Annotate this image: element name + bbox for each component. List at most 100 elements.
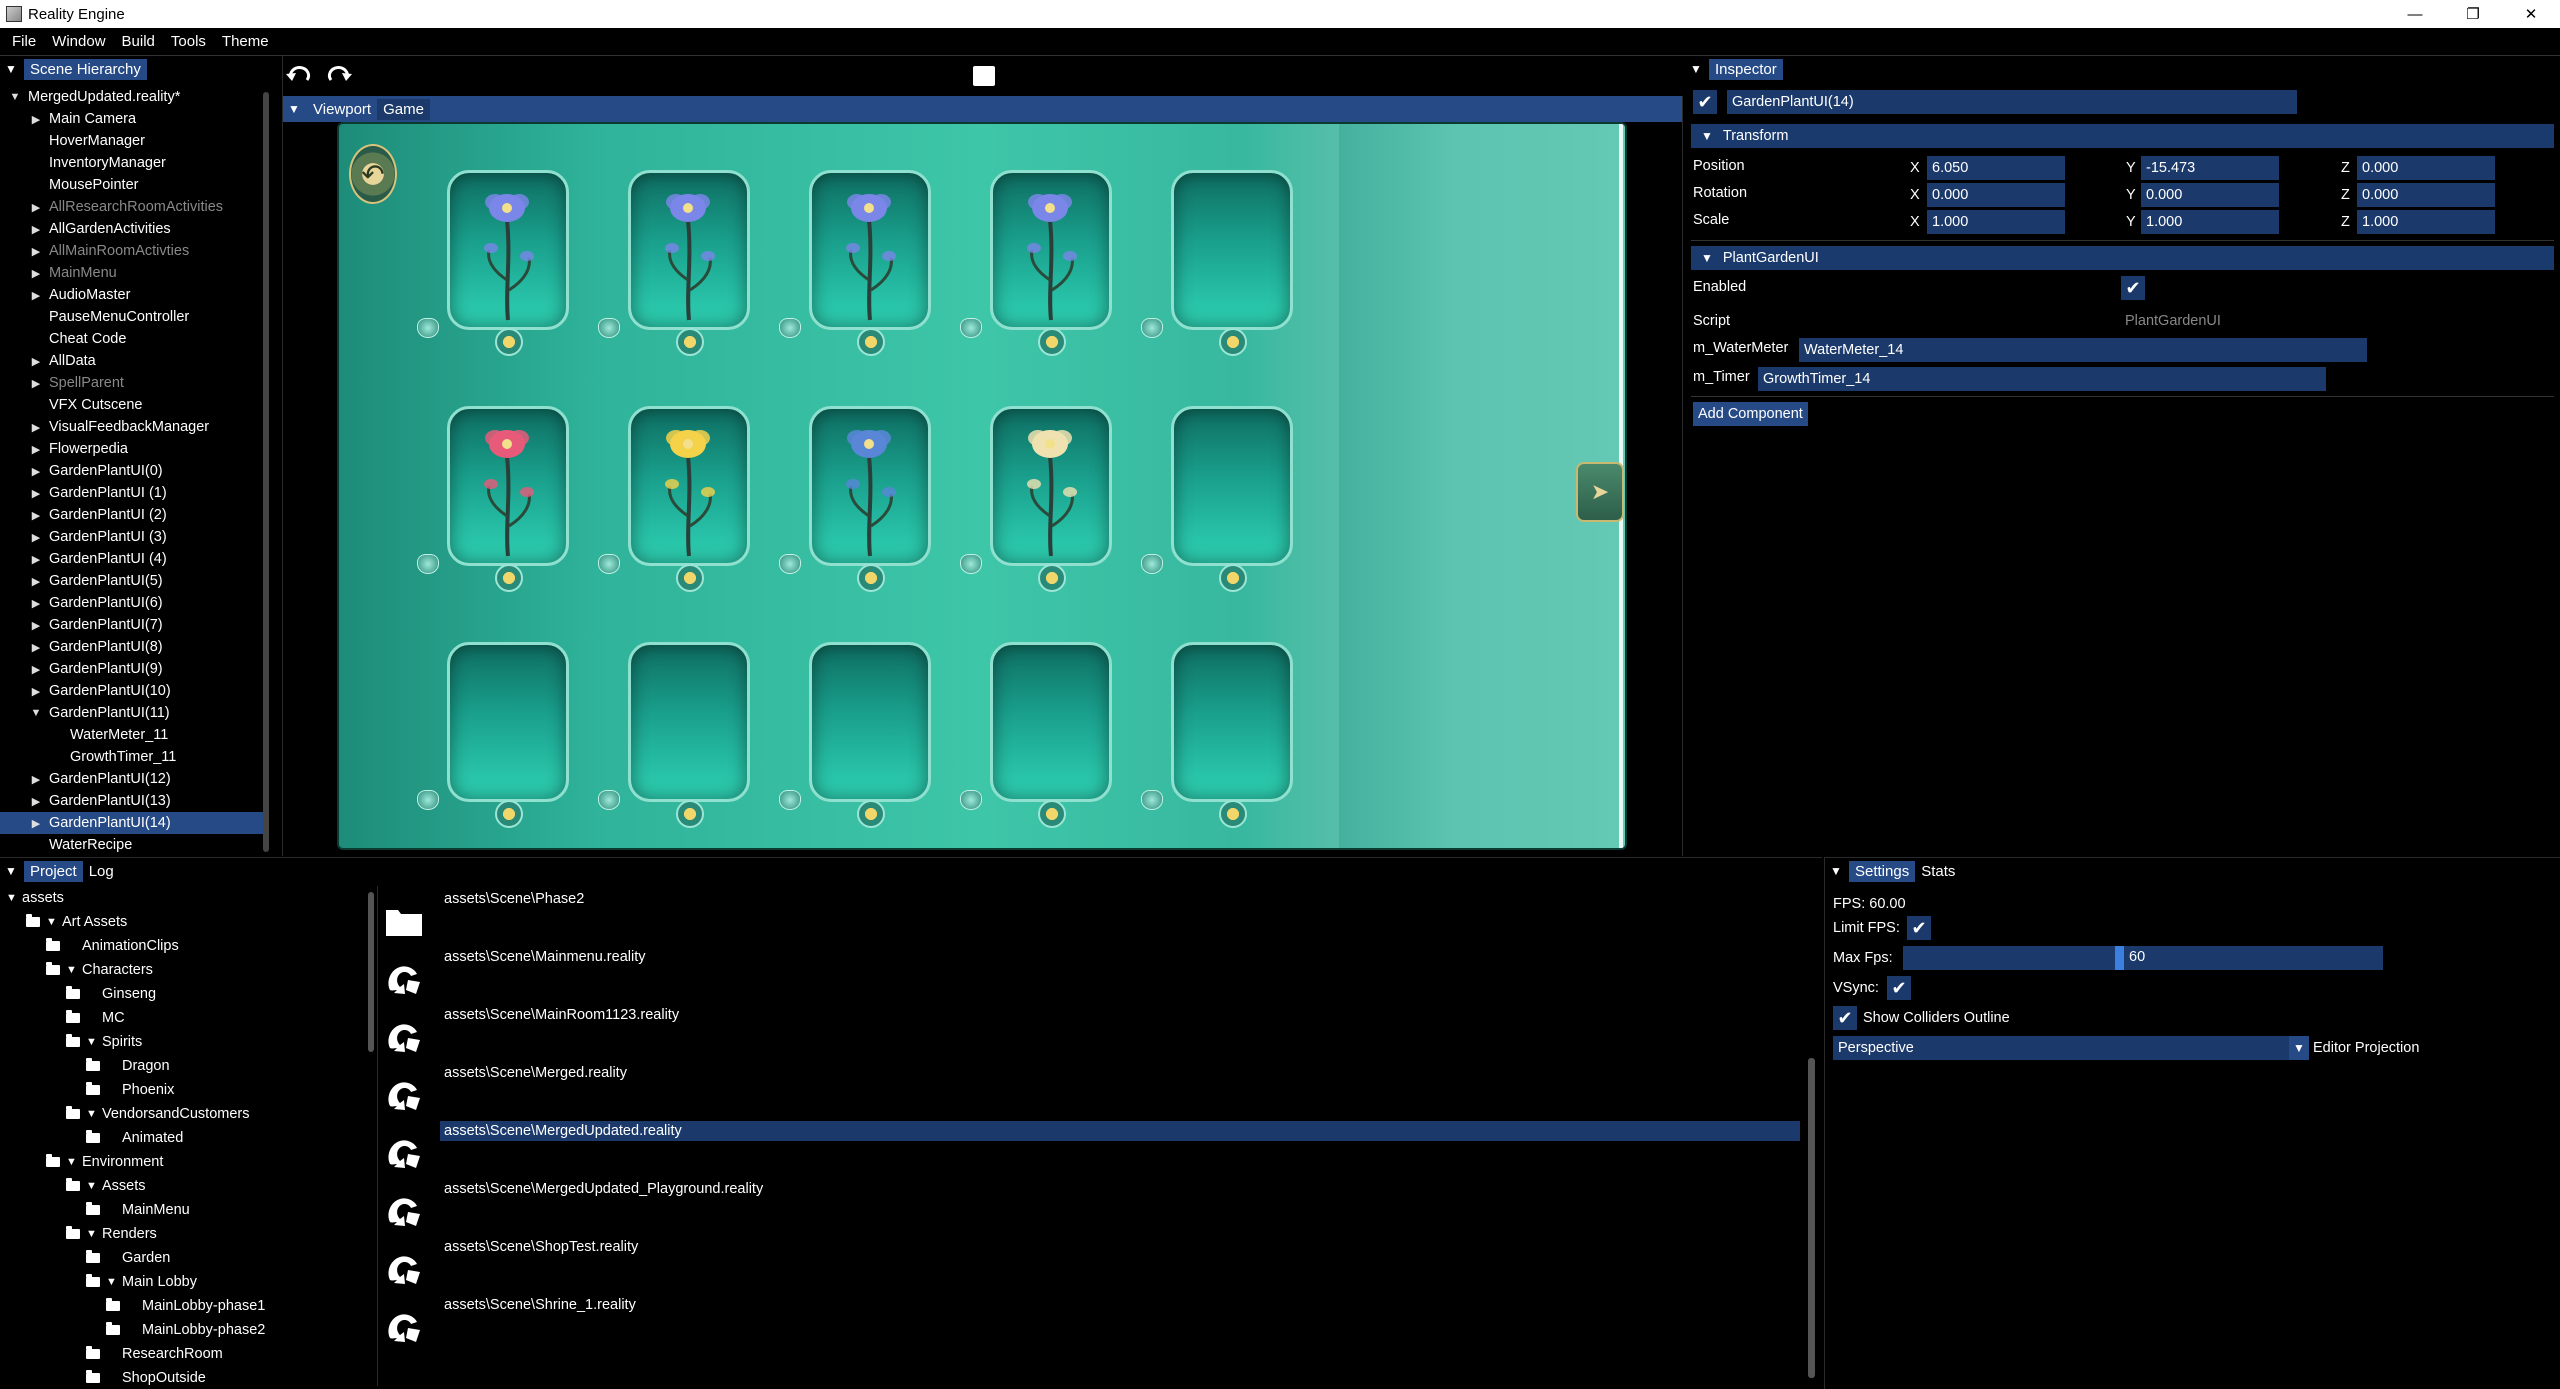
hierarchy-item[interactable]: GrowthTimer_11: [0, 746, 268, 768]
chevron-right-icon[interactable]: ▶: [29, 553, 43, 566]
chevron-right-icon[interactable]: ▶: [29, 773, 43, 786]
watering-pot-icon[interactable]: [1141, 318, 1163, 338]
folder-tree-item[interactable]: ResearchRoom: [0, 1342, 377, 1366]
collapse-panel-icon[interactable]: ▼: [287, 102, 301, 116]
object-name-field[interactable]: GardenPlantUI(14): [1727, 90, 2297, 114]
chevron-down-icon[interactable]: ▼: [106, 1276, 118, 1288]
hierarchy-item[interactable]: MousePointer: [0, 174, 268, 196]
watering-pot-icon[interactable]: [779, 554, 801, 574]
undo-button[interactable]: [283, 62, 315, 90]
chevron-down-icon[interactable]: ▼: [6, 892, 18, 904]
harvest-badge-icon[interactable]: [676, 800, 704, 828]
menu-file[interactable]: File: [4, 33, 44, 50]
chevron-right-icon[interactable]: ▶: [29, 377, 43, 390]
hierarchy-item[interactable]: ▶ GardenPlantUI(14): [0, 812, 268, 834]
harvest-badge-icon[interactable]: [676, 328, 704, 356]
scale-x-field[interactable]: 1.000: [1927, 210, 2065, 234]
folder-tree-item[interactable]: ▼ Renders: [0, 1222, 377, 1246]
watering-pot-icon[interactable]: [598, 790, 620, 810]
hierarchy-item[interactable]: WaterMeter_11: [0, 724, 268, 746]
file-list-scrollbar[interactable]: [1808, 1058, 1815, 1378]
tab-scene-hierarchy[interactable]: Scene Hierarchy: [24, 58, 147, 80]
hierarchy-item[interactable]: ▶ GardenPlantUI (1): [0, 482, 268, 504]
hierarchy-item[interactable]: ▶ AllMainRoomActivties: [0, 240, 268, 262]
watering-pot-icon[interactable]: [1141, 554, 1163, 574]
object-active-checkbox[interactable]: ✔: [1693, 90, 1717, 114]
chevron-down-icon[interactable]: ▼: [66, 964, 78, 976]
watering-pot-icon[interactable]: [960, 554, 982, 574]
folder-tree-item[interactable]: ▼ Spirits: [0, 1030, 377, 1054]
stop-button[interactable]: [973, 66, 995, 86]
hierarchy-item[interactable]: ▶ GardenPlantUI(5): [0, 570, 268, 592]
harvest-badge-icon[interactable]: [676, 564, 704, 592]
collapse-panel-icon[interactable]: ▼: [1689, 62, 1703, 76]
rotation-y-field[interactable]: 0.000: [2141, 183, 2279, 207]
harvest-badge-icon[interactable]: [495, 328, 523, 356]
minimize-button[interactable]: —: [2386, 0, 2444, 28]
tab-stats[interactable]: Stats: [1915, 861, 1961, 882]
folder-tree-item[interactable]: MainLobby-phase1: [0, 1294, 377, 1318]
folder-tree-item[interactable]: ▼ Art Assets: [0, 910, 377, 934]
folder-tree-item[interactable]: Ginseng: [0, 982, 377, 1006]
chevron-down-icon[interactable]: ▼: [2289, 1036, 2309, 1060]
file-item[interactable]: assets\Scene\Merged.reality: [380, 1060, 1800, 1118]
harvest-badge-icon[interactable]: [1038, 564, 1066, 592]
show-colliders-checkbox[interactable]: ✔: [1833, 1006, 1857, 1030]
folder-tree-item[interactable]: ▼ assets: [0, 886, 377, 910]
plant-slot[interactable]: [779, 170, 931, 356]
plant-slot[interactable]: [598, 642, 750, 828]
chevron-right-icon[interactable]: ▶: [29, 795, 43, 808]
chevron-right-icon[interactable]: ▶: [29, 355, 43, 368]
chevron-right-icon[interactable]: ▶: [29, 245, 43, 258]
watering-pot-icon[interactable]: [779, 790, 801, 810]
hierarchy-item[interactable]: ▶ AllResearchRoomActivities: [0, 196, 268, 218]
hierarchy-item[interactable]: ▼ GardenPlantUI(11): [0, 702, 268, 724]
chevron-right-icon[interactable]: ▶: [29, 685, 43, 698]
chevron-right-icon[interactable]: ▶: [29, 597, 43, 610]
folder-tree-item[interactable]: AnimationClips: [0, 934, 377, 958]
hierarchy-item[interactable]: ▶ GardenPlantUI(12): [0, 768, 268, 790]
tab-settings[interactable]: Settings: [1849, 860, 1916, 882]
hierarchy-item[interactable]: ▶ GardenPlantUI (3): [0, 526, 268, 548]
chevron-down-icon[interactable]: ▼: [29, 707, 43, 719]
file-item[interactable]: assets\Scene\MainRoom1123.reality: [380, 1002, 1800, 1060]
hierarchy-item[interactable]: ▶ GardenPlantUI (4): [0, 548, 268, 570]
folder-tree-item[interactable]: MainLobby-phase2: [0, 1318, 377, 1342]
hierarchy-item[interactable]: ▶ AllGardenActivities: [0, 218, 268, 240]
position-x-field[interactable]: 6.050: [1927, 156, 2065, 180]
watering-pot-icon[interactable]: [417, 790, 439, 810]
hierarchy-item[interactable]: ▶ AllData: [0, 350, 268, 372]
timer-field[interactable]: GrowthTimer_14: [1758, 367, 2326, 391]
watering-pot-icon[interactable]: [598, 554, 620, 574]
folder-tree-item[interactable]: Garden: [0, 1246, 377, 1270]
plant-slot[interactable]: [960, 406, 1112, 592]
hierarchy-item[interactable]: HoverManager: [0, 130, 268, 152]
folder-tree-item[interactable]: ▼ Assets: [0, 1174, 377, 1198]
chevron-right-icon[interactable]: ▶: [29, 663, 43, 676]
harvest-badge-icon[interactable]: [495, 564, 523, 592]
hierarchy-item[interactable]: ▶ GardenPlantUI(9): [0, 658, 268, 680]
plant-slot[interactable]: [417, 406, 569, 592]
scale-z-field[interactable]: 1.000: [2357, 210, 2495, 234]
collapse-panel-icon[interactable]: ▼: [1829, 864, 1843, 878]
folder-tree-item[interactable]: ▼ Characters: [0, 958, 377, 982]
hierarchy-item[interactable]: ▶ GardenPlantUI(8): [0, 636, 268, 658]
scale-y-field[interactable]: 1.000: [2141, 210, 2279, 234]
hierarchy-item[interactable]: ▶ MainMenu: [0, 262, 268, 284]
hierarchy-item[interactable]: ▶ Main Camera: [0, 108, 268, 130]
water-meter-field[interactable]: WaterMeter_14: [1799, 338, 2367, 362]
hierarchy-item[interactable]: InventoryManager: [0, 152, 268, 174]
back-arrow-button[interactable]: ↶: [349, 144, 397, 204]
chevron-right-icon[interactable]: ▶: [29, 575, 43, 588]
folder-tree-item[interactable]: ▼ Environment: [0, 1150, 377, 1174]
harvest-badge-icon[interactable]: [857, 328, 885, 356]
hierarchy-item[interactable]: ▶ GardenPlantUI(13): [0, 790, 268, 812]
tab-game[interactable]: Game: [377, 98, 430, 120]
chevron-right-icon[interactable]: ▶: [29, 619, 43, 632]
harvest-badge-icon[interactable]: [1219, 800, 1247, 828]
rotation-x-field[interactable]: 0.000: [1927, 183, 2065, 207]
plant-slot[interactable]: [1141, 642, 1293, 828]
hierarchy-item[interactable]: ▶ Flowerpedia: [0, 438, 268, 460]
redo-button[interactable]: [323, 62, 355, 90]
position-y-field[interactable]: -15.473: [2141, 156, 2279, 180]
